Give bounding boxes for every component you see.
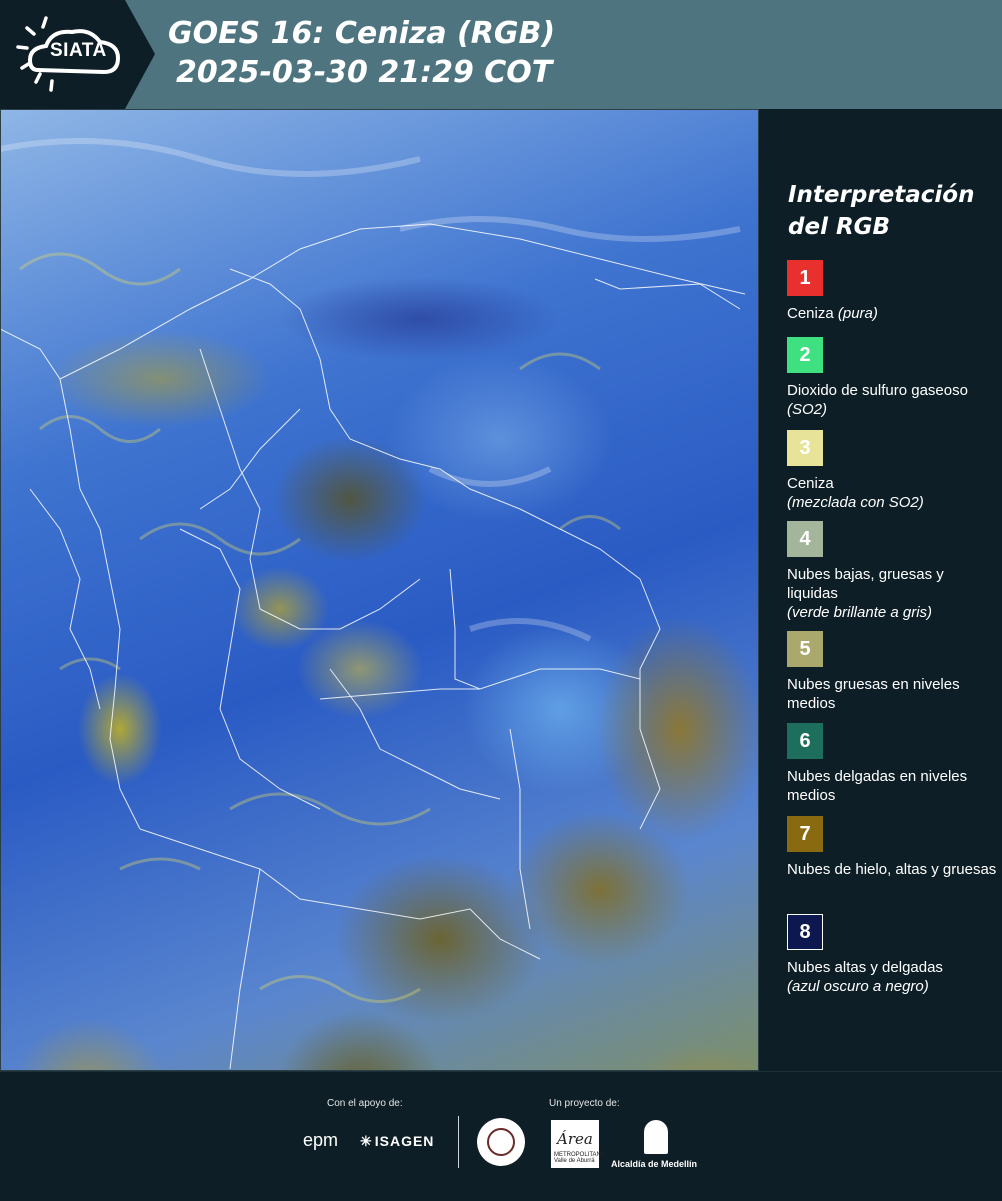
legend-swatch-3: 3 bbox=[787, 430, 823, 466]
satellite-map[interactable] bbox=[0, 109, 759, 1071]
alcaldia-logo-text: Alcaldía de Medellín bbox=[611, 1159, 698, 1169]
epm-logo: epm bbox=[303, 1130, 339, 1150]
alcaldia-shield-icon bbox=[644, 1120, 668, 1154]
legend-label-6: Nubes delgadas en niveles medios bbox=[787, 768, 968, 804]
legend-title: Interpretación del RGB bbox=[788, 182, 975, 240]
map-overlay bbox=[0, 138, 746, 1070]
page-title: GOES 16: Ceniza (RGB) bbox=[168, 16, 556, 51]
legend-item-3: 3 Ceniza (mezclada con SO2) bbox=[787, 430, 997, 512]
footer-divider bbox=[458, 1116, 459, 1168]
legend-swatch-6: 6 bbox=[787, 723, 823, 759]
legend-item-5: 5 Nubes gruesas en niveles medios bbox=[787, 631, 997, 713]
siata-logo: SIATA bbox=[0, 0, 155, 109]
legend-swatch-8: 8 bbox=[787, 914, 823, 950]
legend-item-8: 8 Nubes altas y delgadas (azul oscuro a n… bbox=[787, 914, 997, 996]
legend-label-5: Nubes gruesas en niveles medios bbox=[787, 676, 960, 712]
legend-label-8: Nubes altas y delgadas (azul oscuro a neg… bbox=[787, 959, 943, 995]
project-label: Un proyecto de: bbox=[549, 1098, 620, 1109]
isagen-logo: ✳ ISAGEN bbox=[360, 1133, 435, 1149]
legend-label-4: Nubes bajas, gruesas y liquidas (verde br… bbox=[787, 566, 944, 621]
legend-label-3: Ceniza (mezclada con SO2) bbox=[787, 475, 924, 511]
legend-swatch-4: 4 bbox=[787, 521, 823, 557]
isagen-mark-icon: ✳ bbox=[360, 1133, 373, 1149]
university-seal-icon bbox=[477, 1118, 525, 1166]
legend-panel: Interpretación del RGB 1 Ceniza (pura) 2… bbox=[760, 109, 1002, 1071]
area-metropolitana-logo: Área METROPOLITANA Valle de Aburrá bbox=[551, 1120, 605, 1168]
legend-label-7: Nubes de hielo, altas y gruesas bbox=[787, 861, 997, 878]
legend-swatch-2: 2 bbox=[787, 337, 823, 373]
legend-label-2: Dioxido de sulfuro gaseoso (SO2) bbox=[787, 382, 968, 418]
legend-item-7: 7 Nubes de hielo, altas y gruesas bbox=[787, 816, 997, 879]
legend-label-1: Ceniza (pura) bbox=[787, 305, 878, 322]
seal-inner-ring bbox=[487, 1128, 515, 1156]
logo-text: SIATA bbox=[50, 40, 107, 61]
legend-swatch-7: 7 bbox=[787, 816, 823, 852]
legend-swatch-1: 1 bbox=[787, 260, 823, 296]
timestamp-title: 2025-03-30 21:29 COT bbox=[176, 55, 553, 90]
legend-item-1: 1 Ceniza (pura) bbox=[787, 260, 997, 323]
footer: Con el apoyo de: Un proyecto de: epm ✳ IS… bbox=[0, 1071, 1002, 1201]
area-logo-subtext: METROPOLITANA Valle de Aburrá bbox=[554, 1152, 605, 1164]
legend-item-2: 2 Dioxido de sulfuro gaseoso (SO2) bbox=[787, 337, 997, 419]
legend-item-4: 4 Nubes bajas, gruesas y liquidas (verde … bbox=[787, 521, 997, 622]
support-label: Con el apoyo de: bbox=[327, 1098, 403, 1109]
legend-swatch-5: 5 bbox=[787, 631, 823, 667]
country-borders bbox=[0, 223, 746, 1070]
header-bar: SIATA GOES 16: Ceniza (RGB) 2025-03-30 2… bbox=[0, 0, 1002, 109]
legend-item-6: 6 Nubes delgadas en niveles medios bbox=[787, 723, 997, 805]
area-logo-text: Área bbox=[557, 1130, 593, 1148]
